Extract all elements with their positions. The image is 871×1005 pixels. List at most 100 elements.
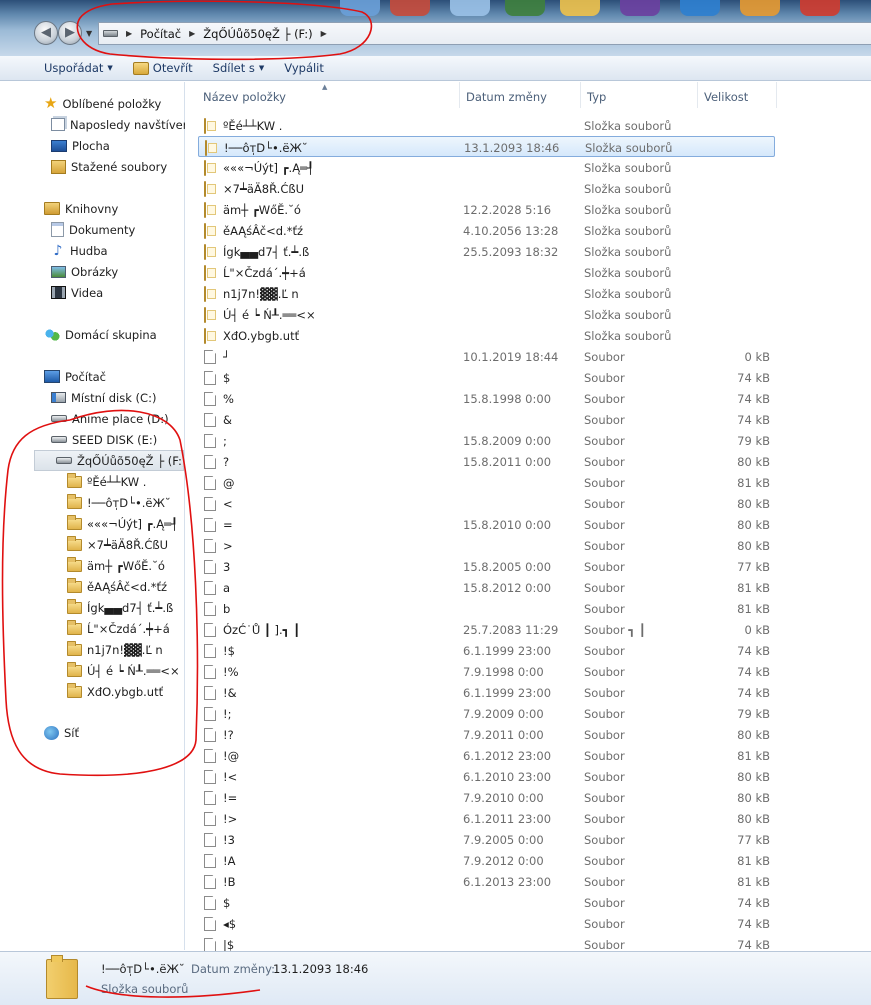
folder-icon [67,535,82,551]
folder-row[interactable]: ×7┷äÄ8Ř.ĆßU Složka souborů [198,178,775,199]
item-size: 77 kB [737,560,770,574]
share-button[interactable]: Sdílet s ▼ [203,61,275,75]
nav-desktop[interactable]: Plocha [51,135,185,156]
nav-pictures[interactable]: Obrázky [51,261,185,282]
file-row[interactable]: !B 6.1.2013 23:00 Soubor 81 kB [198,871,775,892]
nav-drive-f[interactable]: ŽqŐÚůõ50ęŽ ├ (F:) [34,450,184,471]
file-row[interactable]: $ Soubor 74 kB [198,892,775,913]
breadcrumb-drive-f[interactable]: ŽqŐÚůõ50ęŽ ├ (F:) [203,27,312,41]
file-row[interactable]: !@ 6.1.2012 23:00 Soubor 81 kB [198,745,775,766]
nav-label: Domácí skupina [65,327,157,342]
file-row[interactable]: $ Soubor 74 kB [198,367,775,388]
back-button[interactable]: ◀ [34,21,58,45]
column-header-type[interactable]: Typ [581,82,698,108]
item-size: 80 kB [737,497,770,511]
nav-recent-places[interactable]: Naposledy navštíver [51,114,185,135]
file-row[interactable]: = 15.8.2010 0:00 Soubor 80 kB [198,514,775,535]
item-size: 74 kB [737,938,770,952]
nav-libraries[interactable]: Knihovny [44,198,184,219]
file-row[interactable]: < Soubor 80 kB [198,493,775,514]
recent-pages-dropdown-icon[interactable]: ▼ [86,29,92,38]
column-header-size[interactable]: Velikost [698,82,777,108]
nav-folder-item[interactable]: «««¬Úýt] ┏.Ą═┦ [67,513,184,534]
breadcrumb-computer[interactable]: Počítač [140,27,181,41]
file-row[interactable]: > Soubor 80 kB [198,535,775,556]
nav-drive-d[interactable]: Anime place (D:) [51,408,185,429]
folder-row[interactable]: Ĺ"×Čzdá´.┿+á Složka souborů [198,262,775,283]
nav-label: Síť [64,725,80,740]
column-header-date[interactable]: Datum změny [460,82,581,108]
organize-button[interactable]: Uspořádat ▼ [0,61,123,75]
item-type: Soubor [584,350,625,364]
nav-homegroup[interactable]: Domácí skupina [44,324,184,345]
item-type: Soubor [584,392,625,406]
item-name: ◂$ [223,917,237,931]
file-list[interactable]: ▲ Název položky Datum změny Typ Velikost… [186,82,871,952]
breadcrumb-chevron-icon[interactable]: ▶ [189,29,195,38]
nav-folder-item[interactable]: Ĺ"×Čzdá´.┿+á [67,618,184,639]
file-row[interactable]: @ Soubor 81 kB [198,472,775,493]
address-bar[interactable]: ▶ Počítač ▶ ŽqŐÚůõ50ęŽ ├ (F:) ▶ [98,22,871,45]
nav-folder-item[interactable]: XđO.ybgb.utť [67,681,184,702]
item-type: Soubor [584,602,625,616]
nav-favorites[interactable]: ★ Oblíbené položky [44,93,184,114]
file-row[interactable]: 3 15.8.2005 0:00 Soubor 77 kB [198,556,775,577]
column-header-name[interactable]: Název položky [197,82,460,108]
nav-videos[interactable]: Videa [51,282,185,303]
file-row[interactable]: b Soubor 81 kB [198,598,775,619]
breadcrumb-chevron-icon[interactable]: ▶ [321,29,327,38]
nav-folder-item[interactable]: ěAĄśÂč<d.*ťź [67,576,184,597]
nav-computer[interactable]: Počítač [44,366,184,387]
file-row[interactable]: !; 7.9.2009 0:00 Soubor 79 kB [198,703,775,724]
folder-row[interactable]: äm┼ ┏WőĔ.˘ó 12.2.2028 5:16 Složka souborů [198,199,775,220]
file-row[interactable]: !% 7.9.1998 0:00 Soubor 74 kB [198,661,775,682]
nav-documents[interactable]: Dokumenty [51,219,185,240]
folder-row[interactable]: !──ôт̩D└•.ëЖ˘ 13.1.2093 18:46 Složka soubo… [198,136,775,157]
breadcrumb-chevron-icon[interactable]: ▶ [126,29,132,38]
file-row[interactable]: ; 15.8.2009 0:00 Soubor 79 kB [198,430,775,451]
folder-row[interactable]: Ígk▄▄d7┤ ť.┷.ß 25.5.2093 18:32 Složka soub… [198,241,775,262]
file-row[interactable]: ┘ 10.1.2019 18:44 Soubor 0 kB [198,346,775,367]
forward-button[interactable]: ▶ [58,21,82,45]
item-name: ? [223,455,230,469]
nav-folder-item[interactable]: ×7┷äÄ8Ř.ĆßU [67,534,184,555]
folder-row[interactable]: ěAĄśÂč<d.*ťź 4.10.2056 13:28 Složka soubor… [198,220,775,241]
file-row[interactable]: ◂$ Soubor 74 kB [198,913,775,934]
folder-row[interactable]: Ú┤ é ┕ Ń┸.══<× Složka souborů [198,304,775,325]
folder-row[interactable]: «««¬Úýt] ┏.Ą═┦ Složka souborů [198,157,775,178]
chevron-down-icon: ▼ [258,64,265,72]
item-date: 15.8.2011 0:00 [463,455,552,469]
file-row[interactable]: !3 7.9.2005 0:00 Soubor 77 kB [198,829,775,850]
burn-button[interactable]: Vypálit [274,61,334,75]
file-row[interactable]: !& 6.1.1999 23:00 Soubor 74 kB [198,682,775,703]
open-button[interactable]: Otevřít [123,61,203,75]
folder-row[interactable]: n1j7n!▓▓.Ľ n Složka souborů [198,283,775,304]
nav-network[interactable]: Síť [44,722,184,743]
folder-row[interactable]: ºĚé┴┴KW . Složka souborů [198,115,775,136]
file-row[interactable]: != 7.9.2010 0:00 Soubor 80 kB [198,787,775,808]
file-row[interactable]: !> 6.1.2011 23:00 Soubor 80 kB [198,808,775,829]
nav-music[interactable]: ♪ Hudba [51,240,185,261]
file-row[interactable]: % 15.8.1998 0:00 Soubor 74 kB [198,388,775,409]
file-row[interactable]: ÓzĆ˙Ů ┃ ].┓ ┃ 25.7.2083 11:29 Soubor ┓ ┃ 0 … [198,619,775,640]
file-row[interactable]: !? 7.9.2011 0:00 Soubor 80 kB [198,724,775,745]
file-row[interactable]: & Soubor 74 kB [198,409,775,430]
nav-folder-item[interactable]: ºĚé┴┴KW . [67,471,184,492]
file-row[interactable]: ? 15.8.2011 0:00 Soubor 80 kB [198,451,775,472]
navigation-pane[interactable]: ★ Oblíbené položky Naposledy navštíver P… [34,82,185,950]
file-row[interactable]: a 15.8.2012 0:00 Soubor 81 kB [198,577,775,598]
nav-folder-item[interactable]: äm┼ ┏WőĔ.˘ó [67,555,184,576]
folder-row[interactable]: XđO.ybgb.utť Složka souborů [198,325,775,346]
nav-drive-e[interactable]: SEED DISK (E:) [51,429,185,450]
item-type: Soubor [584,581,625,595]
nav-folder-item[interactable]: Ígk▄▄d7┤ ť.┷.ß [67,597,184,618]
file-row[interactable]: !< 6.1.2010 23:00 Soubor 80 kB [198,766,775,787]
file-row[interactable]: !$ 6.1.1999 23:00 Soubor 74 kB [198,640,775,661]
file-icon [204,476,216,490]
nav-drive-c[interactable]: Místní disk (C:) [51,387,185,408]
nav-folder-item[interactable]: n1j7n!▓▓.Ľ n [67,639,184,660]
nav-folder-item[interactable]: !──ôт̩D└•.ëЖ˘ [67,492,184,513]
file-row[interactable]: !A 7.9.2012 0:00 Soubor 81 kB [198,850,775,871]
nav-downloads[interactable]: Stažené soubory [51,156,185,177]
nav-folder-item[interactable]: Ú┤ é ┕ Ń┸.══<× [67,660,184,681]
